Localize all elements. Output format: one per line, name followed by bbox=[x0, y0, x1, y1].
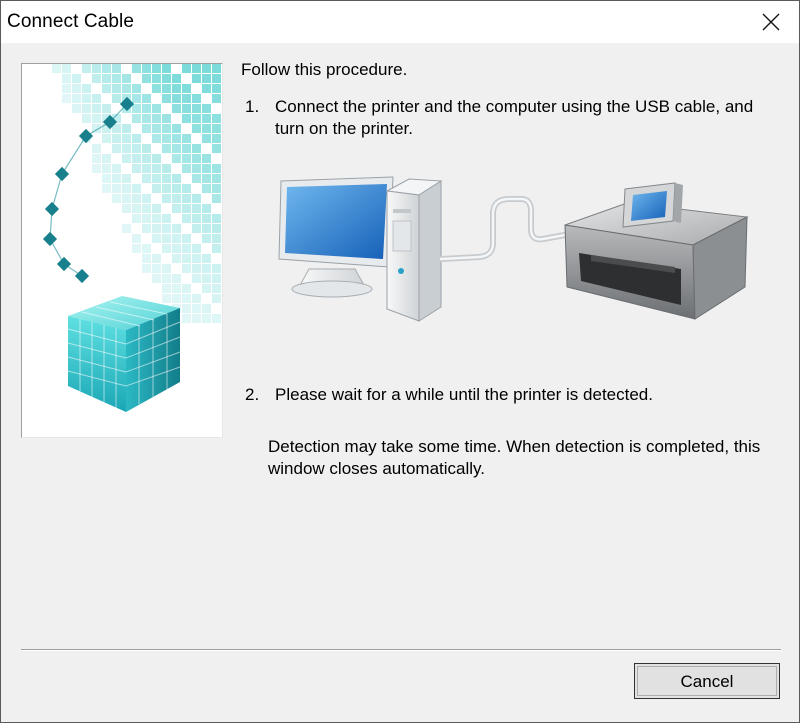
close-button[interactable] bbox=[743, 1, 799, 43]
usb-cable bbox=[438, 196, 568, 262]
connection-illustration bbox=[269, 169, 769, 329]
connect-cable-dialog: Connect Cable Follow this procedure. 1. … bbox=[0, 0, 800, 723]
side-panel-graphic bbox=[21, 63, 223, 438]
step-2-number: 2. bbox=[245, 385, 260, 404]
desktop-computer-icon bbox=[278, 176, 443, 322]
footer-separator bbox=[21, 649, 781, 651]
intro-text: Follow this procedure. bbox=[241, 60, 408, 79]
step-2-text: Please wait for a while until the printe… bbox=[275, 385, 653, 404]
title-bar: Connect Cable bbox=[1, 1, 799, 43]
printer-icon bbox=[564, 182, 749, 320]
cancel-button[interactable]: Cancel bbox=[634, 663, 780, 699]
teal-cubes-graphic bbox=[22, 64, 222, 437]
detection-note: Detection may take some time. When detec… bbox=[268, 437, 761, 478]
close-icon bbox=[762, 13, 780, 31]
step-1-number: 1. bbox=[245, 97, 260, 116]
step-1-text: Connect the printer and the computer usi… bbox=[275, 97, 754, 138]
cancel-button-label: Cancel bbox=[680, 672, 734, 691]
window-title: Connect Cable bbox=[7, 11, 134, 32]
